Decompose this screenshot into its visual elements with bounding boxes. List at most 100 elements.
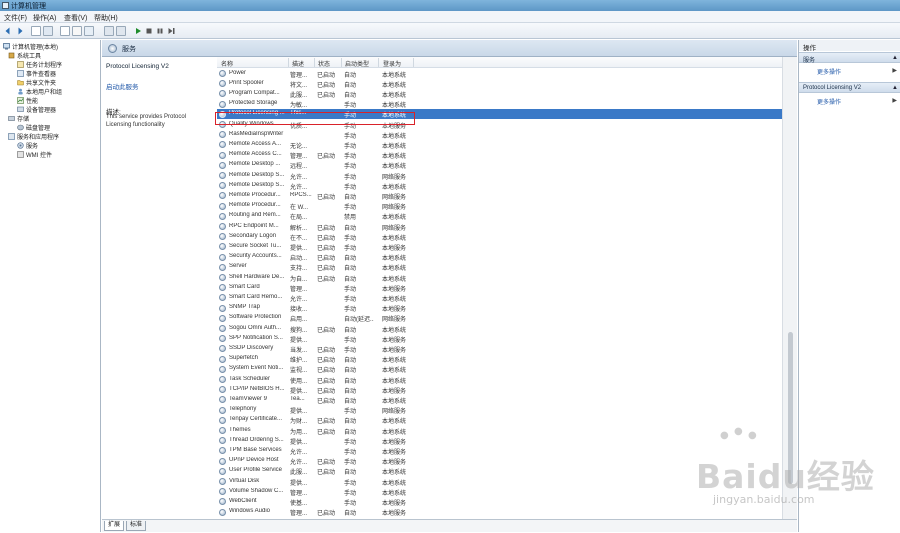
service-startup-type-cell: 自动 [344,276,357,283]
service-row[interactable]: Sogou Omni Auth... 搜狗... 已启动 自动 本地系统 [217,324,782,334]
service-row[interactable]: SNMP Trap 接收... 手动 本地服务 [217,303,782,313]
menu-view[interactable]: 查看(V) [64,13,87,23]
service-name-cell: Telephony [229,406,257,413]
storage-icon [8,115,15,122]
back-icon[interactable] [3,26,13,36]
service-row[interactable]: Remote Procedur... 在 W... 手动 网络服务 [217,201,782,211]
service-row[interactable]: Remote Access A... 无论... 手动 本地系统 [217,140,782,150]
service-logon-cell: 本地系统 [382,133,407,140]
tab-extended[interactable]: 扩展 [104,521,125,531]
service-row[interactable]: Remote Desktop S... 允许... 手动 本地系统 [217,181,782,191]
console-icon[interactable] [84,26,94,36]
service-row[interactable]: Quality Windows ... 优质... 手动 本地服务 [217,120,782,130]
tree-item-storage[interactable]: 存储 [8,114,29,123]
service-row[interactable]: RPC Endpoint M... 解析... 已启动 自动 网络服务 [217,222,782,232]
service-row[interactable]: RasMediaInspWriter 手动 本地系统 [217,130,782,140]
up-icon[interactable] [31,26,41,36]
column-header-status[interactable]: 状态 [318,59,330,68]
service-row[interactable]: Remote Desktop ... 远程... 手动 本地系统 [217,160,782,170]
service-description-cell: 接收... [290,307,308,314]
service-name-cell: Thread Ordering S... [229,436,284,443]
service-row[interactable]: Protected Storage 为敏... 手动 本地系统 [217,99,782,109]
restart-icon[interactable] [166,26,176,36]
collapse-up-icon[interactable]: ▲ [892,85,898,91]
service-logon-cell: 本地系统 [382,235,407,242]
properties-icon[interactable] [60,26,70,36]
service-row[interactable]: TeamViewer 9 Tea... 已启动 自动 本地系统 [217,395,782,405]
service-row[interactable]: Smart Card 管理... 手动 本地服务 [217,283,782,293]
column-header-description[interactable]: 描述 [292,59,304,68]
service-row[interactable]: Remote Desktop S... 允许... 手动 网络服务 [217,171,782,181]
console-tree-icon[interactable] [104,26,114,36]
show-hide-tree-icon[interactable] [43,26,53,36]
service-gear-icon [219,457,226,465]
service-gear-icon [219,192,226,200]
start-service-link[interactable]: 启动此服务 [106,81,139,91]
column-header-log-on-as[interactable]: 登录为 [383,59,401,68]
service-row[interactable]: Shell Hardware De... 为自... 已启动 自动 本地系统 [217,273,782,283]
service-row[interactable]: SSDP Discovery 当发... 已启动 手动 本地服务 [217,344,782,354]
export-icon[interactable] [116,26,126,36]
service-name-cell: Themes [229,426,251,433]
service-row[interactable]: Task Scheduler 使用... 已启动 自动 本地系统 [217,375,782,385]
service-row[interactable]: Telephony 提供... 手动 网络服务 [217,405,782,415]
service-row[interactable]: TCP/IP NetBIOS H... 提供... 已启动 自动 本地服务 [217,385,782,395]
service-row[interactable]: System Event Noti... 监视... 已启动 自动 本地系统 [217,364,782,374]
tree-item-system-tools[interactable]: 系统工具 [8,51,41,60]
tree-item-task-scheduler[interactable]: 任务计划程序 [17,60,62,69]
service-row[interactable]: Server 支持... 已启动 自动 本地系统 [217,262,782,272]
services-header: 服务 [102,40,797,57]
more-actions-services[interactable]: 更多操作 [817,67,841,76]
tree-item-performance[interactable]: 性能 [17,96,38,105]
tree-item-event-viewer[interactable]: 事件查看器 [17,69,56,78]
submenu-arrow-icon: ▶ [892,68,897,74]
service-row[interactable]: Print Spooler 将文... 已启动 自动 本地系统 [217,79,782,89]
service-row[interactable]: Protocol Licensing ... This... 手动 本地系统 [217,109,782,120]
menu-file[interactable]: 文件(F) [4,13,27,23]
service-description-cell: 启用... [290,317,308,324]
tree-item-services-applications[interactable]: 服务和应用程序 [8,132,59,141]
tree-item-local-users-groups[interactable]: 本地用户和组 [17,87,62,96]
play-icon[interactable] [133,26,143,36]
collapse-up-icon[interactable]: ▲ [892,55,898,61]
pause-icon[interactable] [155,26,165,36]
tree-item-wmi-control[interactable]: WMI 控件 [17,150,52,159]
service-logon-cell: 本地系统 [382,419,407,426]
forward-icon[interactable] [15,26,25,36]
tree-item-services[interactable]: 服务 [17,141,38,150]
stop-icon[interactable] [144,26,154,36]
tree-item-disk-management[interactable]: 磁盘管理 [17,123,50,132]
service-logon-cell: 本地服务 [382,439,407,446]
service-row[interactable]: Smart Card Remo... 允许... 手动 本地系统 [217,293,782,303]
service-name-cell: Print Spooler [229,79,264,86]
column-header-startup-type[interactable]: 启动类型 [345,59,369,68]
service-row[interactable]: Remote Procedur... RPCS... 已启动 自动 网络服务 [217,191,782,201]
service-row[interactable]: Secure Socket Tu... 提供... 已启动 手动 本地服务 [217,242,782,252]
service-row[interactable]: Security Accounts... 启动... 已启动 自动 本地系统 [217,252,782,262]
service-row[interactable]: Tenpay Certificate... 为财... 已启动 自动 本地系统 [217,415,782,425]
more-actions-selected-service[interactable]: 更多操作 [817,97,841,106]
tree-item-computer-management[interactable]: 计算机管理(本地) [3,42,58,51]
actions-section-selected-service[interactable]: Protocol Licensing V2 ▲ [799,82,900,93]
tab-standard[interactable]: 标准 [126,521,147,531]
tree-item-device-manager[interactable]: 设备管理器 [17,105,56,114]
actions-section-services[interactable]: 服务 ▲ [799,52,900,64]
service-row[interactable]: Superfetch 维护... 已启动 自动 本地系统 [217,354,782,364]
menu-action[interactable]: 操作(A) [33,13,56,23]
service-row[interactable]: Routing and Rem... 在局... 禁用 本地系统 [217,211,782,221]
service-description-cell: 允许... [290,174,308,181]
service-startup-type-cell: 手动 [344,307,357,314]
service-row[interactable]: SPP Notification S... 提供... 手动 本地服务 [217,334,782,344]
menu-help[interactable]: 帮助(H) [94,13,118,23]
service-description-cell: 在 W... [290,205,309,212]
service-gear-icon [219,508,226,516]
column-header-name[interactable]: 名称 [221,59,233,68]
service-row[interactable]: Power 管理... 已启动 自动 本地系统 [217,69,782,79]
service-row[interactable]: Remote Access C... 管理... 已启动 手动 本地系统 [217,150,782,160]
service-row[interactable]: Software Protection 启用... 自动(延迟... 网络服务 [217,313,782,323]
tree-item-shared-folders[interactable]: 共享文件夹 [17,78,56,87]
help-icon[interactable] [72,26,82,36]
service-gear-icon [219,121,226,128]
service-row[interactable]: Secondary Logon 在不... 已启动 手动 本地系统 [217,232,782,242]
service-row[interactable]: Program Compat... 此服... 已启动 自动 本地系统 [217,89,782,99]
